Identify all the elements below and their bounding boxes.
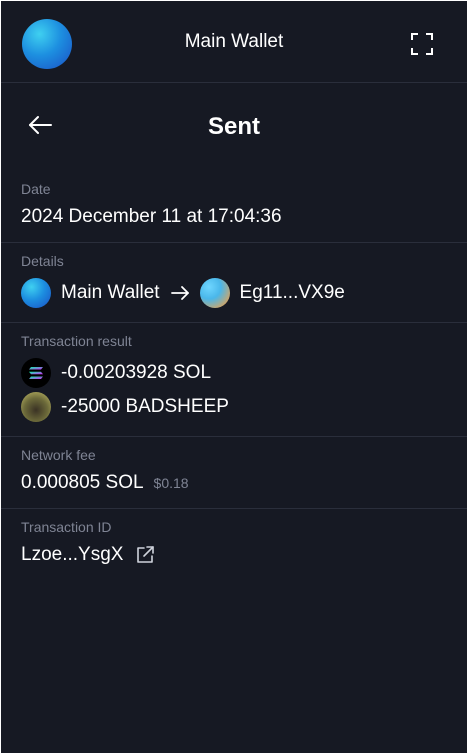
external-link-icon[interactable] [135, 545, 155, 565]
txid-label: Transaction ID [21, 519, 112, 535]
fee-usd: $0.18 [153, 475, 189, 491]
txid-section: Transaction ID Lzoe...YsgX [1, 509, 467, 580]
to-address[interactable]: Eg11...VX9e [240, 280, 345, 306]
solana-icon [21, 358, 51, 388]
arrow-right-icon [170, 286, 189, 300]
page-header: Sent [1, 83, 467, 171]
result-item-sol: -0.00203928 SOL [21, 356, 447, 390]
result-section: Transaction result -0.00203928 SOL -2500… [1, 323, 467, 437]
result-badsheep-amount: -25000 BADSHEEP [61, 396, 229, 417]
badsheep-token-icon [21, 392, 51, 422]
expand-icon[interactable] [411, 33, 433, 55]
top-bar: Main Wallet [1, 1, 467, 83]
from-wallet-name: Main Wallet [61, 282, 160, 303]
date-label: Date [21, 181, 51, 197]
details-row: Main Wallet Eg11...VX9e [21, 276, 447, 310]
back-arrow-icon[interactable] [27, 113, 53, 137]
details-section: Details Main Wallet Eg11...VX9e [1, 243, 467, 323]
wallet-title[interactable]: Main Wallet [185, 31, 284, 53]
from-wallet-avatar [21, 278, 51, 308]
result-item-badsheep: -25000 BADSHEEP [21, 390, 447, 424]
txid-row: Lzoe...YsgX [21, 542, 447, 568]
date-section: Date 2024 December 11 at 17:04:36 [1, 171, 467, 243]
wallet-avatar[interactable] [22, 19, 72, 69]
result-sol-amount: -0.00203928 SOL [61, 362, 212, 383]
wallet-app: Main Wallet Sent Date 2024 December 11 a… [1, 1, 467, 753]
fee-section: Network fee 0.000805 SOL $0.18 [1, 437, 467, 509]
fee-label: Network fee [21, 447, 96, 463]
page-title: Sent [207, 113, 260, 140]
details-label: Details [21, 253, 64, 269]
txid-value[interactable]: Lzoe...YsgX [21, 542, 123, 568]
fee-row: 0.000805 SOL $0.18 [21, 470, 447, 496]
to-address-avatar [199, 278, 230, 308]
fee-value: 0.000805 SOL [21, 472, 144, 493]
result-label: Transaction result [21, 333, 132, 349]
date-value: 2024 December 11 at 17:04:36 [21, 206, 282, 227]
